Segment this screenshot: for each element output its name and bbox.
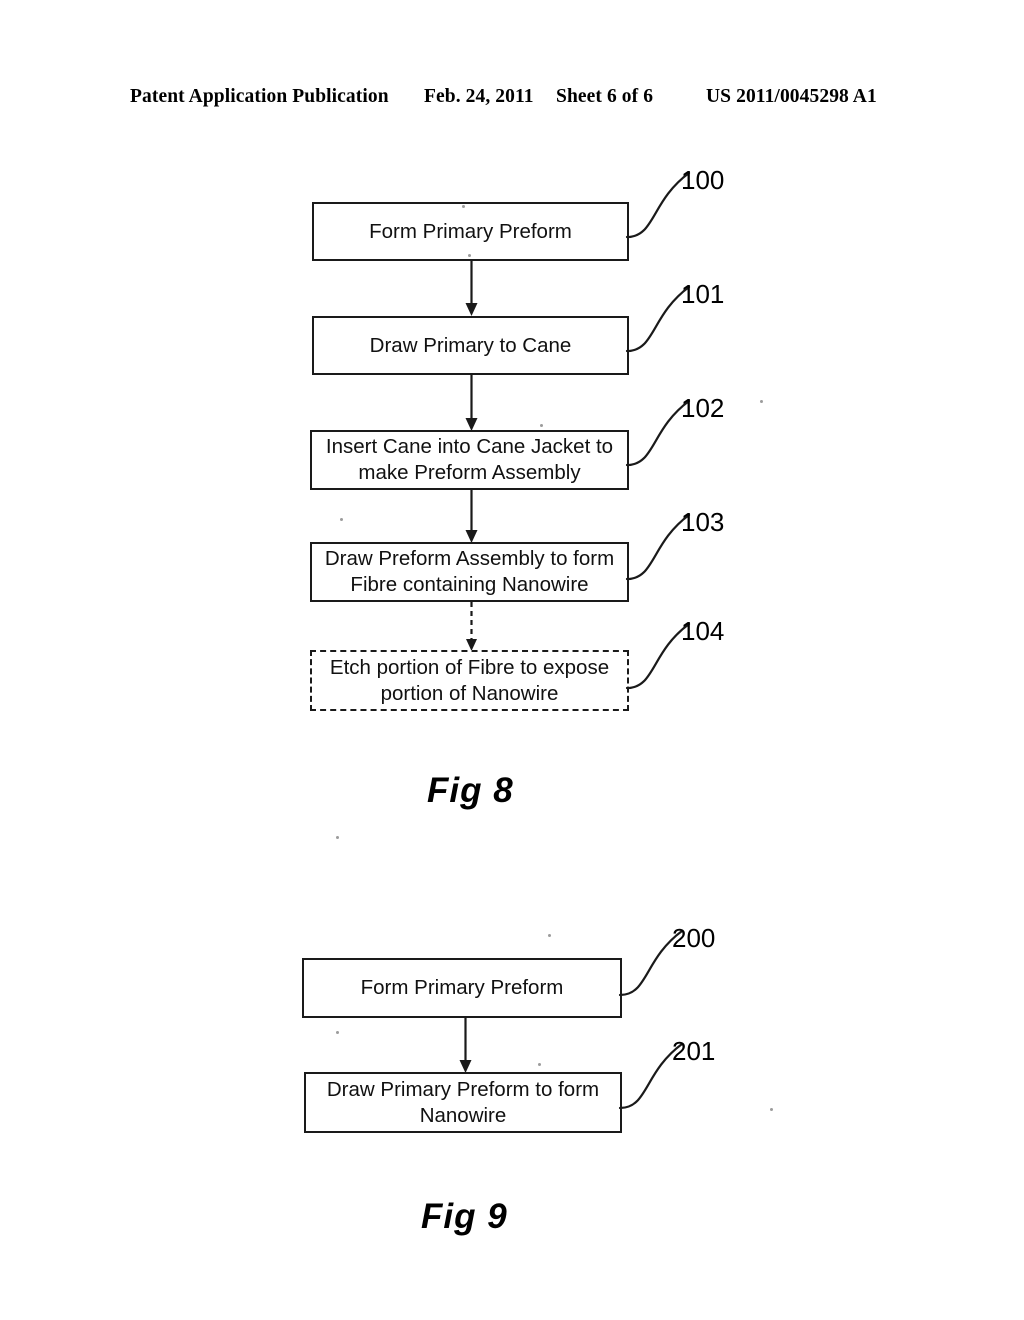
- scan-speckle: [538, 1063, 541, 1066]
- flow-box-200: Form Primary Preform: [302, 958, 622, 1018]
- flow-box-102: Insert Cane into Cane Jacket to make Pre…: [310, 430, 629, 490]
- connector-200-to-201: [450, 1018, 482, 1074]
- flow-box-201: Draw Primary Preform to form Nanowire: [304, 1072, 622, 1133]
- flow-box-102-label: Insert Cane into Cane Jacket to make Pre…: [318, 434, 621, 486]
- ref-numeral-101: 101: [681, 279, 725, 309]
- flow-box-103: Draw Preform Assembly to form Fibre cont…: [310, 542, 629, 602]
- connector-101-to-102: [456, 375, 488, 432]
- flow-box-104-label-line1: Etch portion of Fibre to expose: [329, 655, 610, 679]
- flow-box-104-label: Etch portion of Fibre to expose portion …: [318, 655, 621, 707]
- scan-speckle: [462, 205, 465, 208]
- scan-speckle: [340, 518, 343, 521]
- flow-box-103-label-line2: Fibre containing Nanowire: [350, 573, 589, 596]
- scan-speckle: [468, 254, 471, 257]
- ref-numeral-104: 104: [681, 616, 725, 646]
- figure-caption-fig8: Fig 8: [427, 771, 514, 810]
- figure-caption-fig9: Fig 9: [421, 1197, 508, 1236]
- figure-canvas: Form Primary Preform Draw Primary to Can…: [0, 0, 1024, 1320]
- flow-box-201-label-line1: Draw Primary Preform to form: [326, 1077, 600, 1101]
- connector-102-to-103: [456, 490, 488, 544]
- flow-box-100-label: Form Primary Preform: [369, 219, 572, 243]
- flow-box-101-label: Draw Primary to Cane: [369, 333, 572, 357]
- scan-speckle: [336, 836, 339, 839]
- ref-numeral-102: 102: [681, 393, 725, 423]
- connector-100-to-101: [456, 261, 488, 317]
- scan-speckle: [336, 1031, 339, 1034]
- flow-box-100: Form Primary Preform: [312, 202, 629, 261]
- scan-speckle: [540, 424, 543, 427]
- ref-numeral-200: 200: [672, 923, 716, 953]
- flow-box-103-label-line1: Draw Preform Assembly to form: [324, 547, 615, 570]
- ref-numeral-100: 100: [681, 165, 725, 195]
- flow-box-102-label-line2: make Preform Assembly: [358, 461, 581, 484]
- flow-box-201-label: Draw Primary Preform to form Nanowire: [312, 1077, 614, 1129]
- flow-box-201-label-line2: Nanowire: [419, 1103, 507, 1127]
- ref-numeral-103: 103: [681, 507, 725, 537]
- ref-numeral-201: 201: [672, 1036, 716, 1066]
- flow-box-104: Etch portion of Fibre to expose portion …: [310, 650, 629, 711]
- scan-speckle: [770, 1108, 773, 1111]
- scan-speckle: [760, 400, 763, 403]
- flow-box-101: Draw Primary to Cane: [312, 316, 629, 375]
- flow-box-102-label-line1: Insert Cane into Cane Jacket to: [325, 435, 614, 458]
- connector-103-to-104-dashed: [456, 602, 488, 652]
- scan-speckle: [548, 934, 551, 937]
- flow-box-103-label: Draw Preform Assembly to form Fibre cont…: [318, 546, 621, 598]
- flow-box-200-label: Form Primary Preform: [360, 976, 564, 999]
- flow-box-104-label-line2: portion of Nanowire: [380, 681, 559, 705]
